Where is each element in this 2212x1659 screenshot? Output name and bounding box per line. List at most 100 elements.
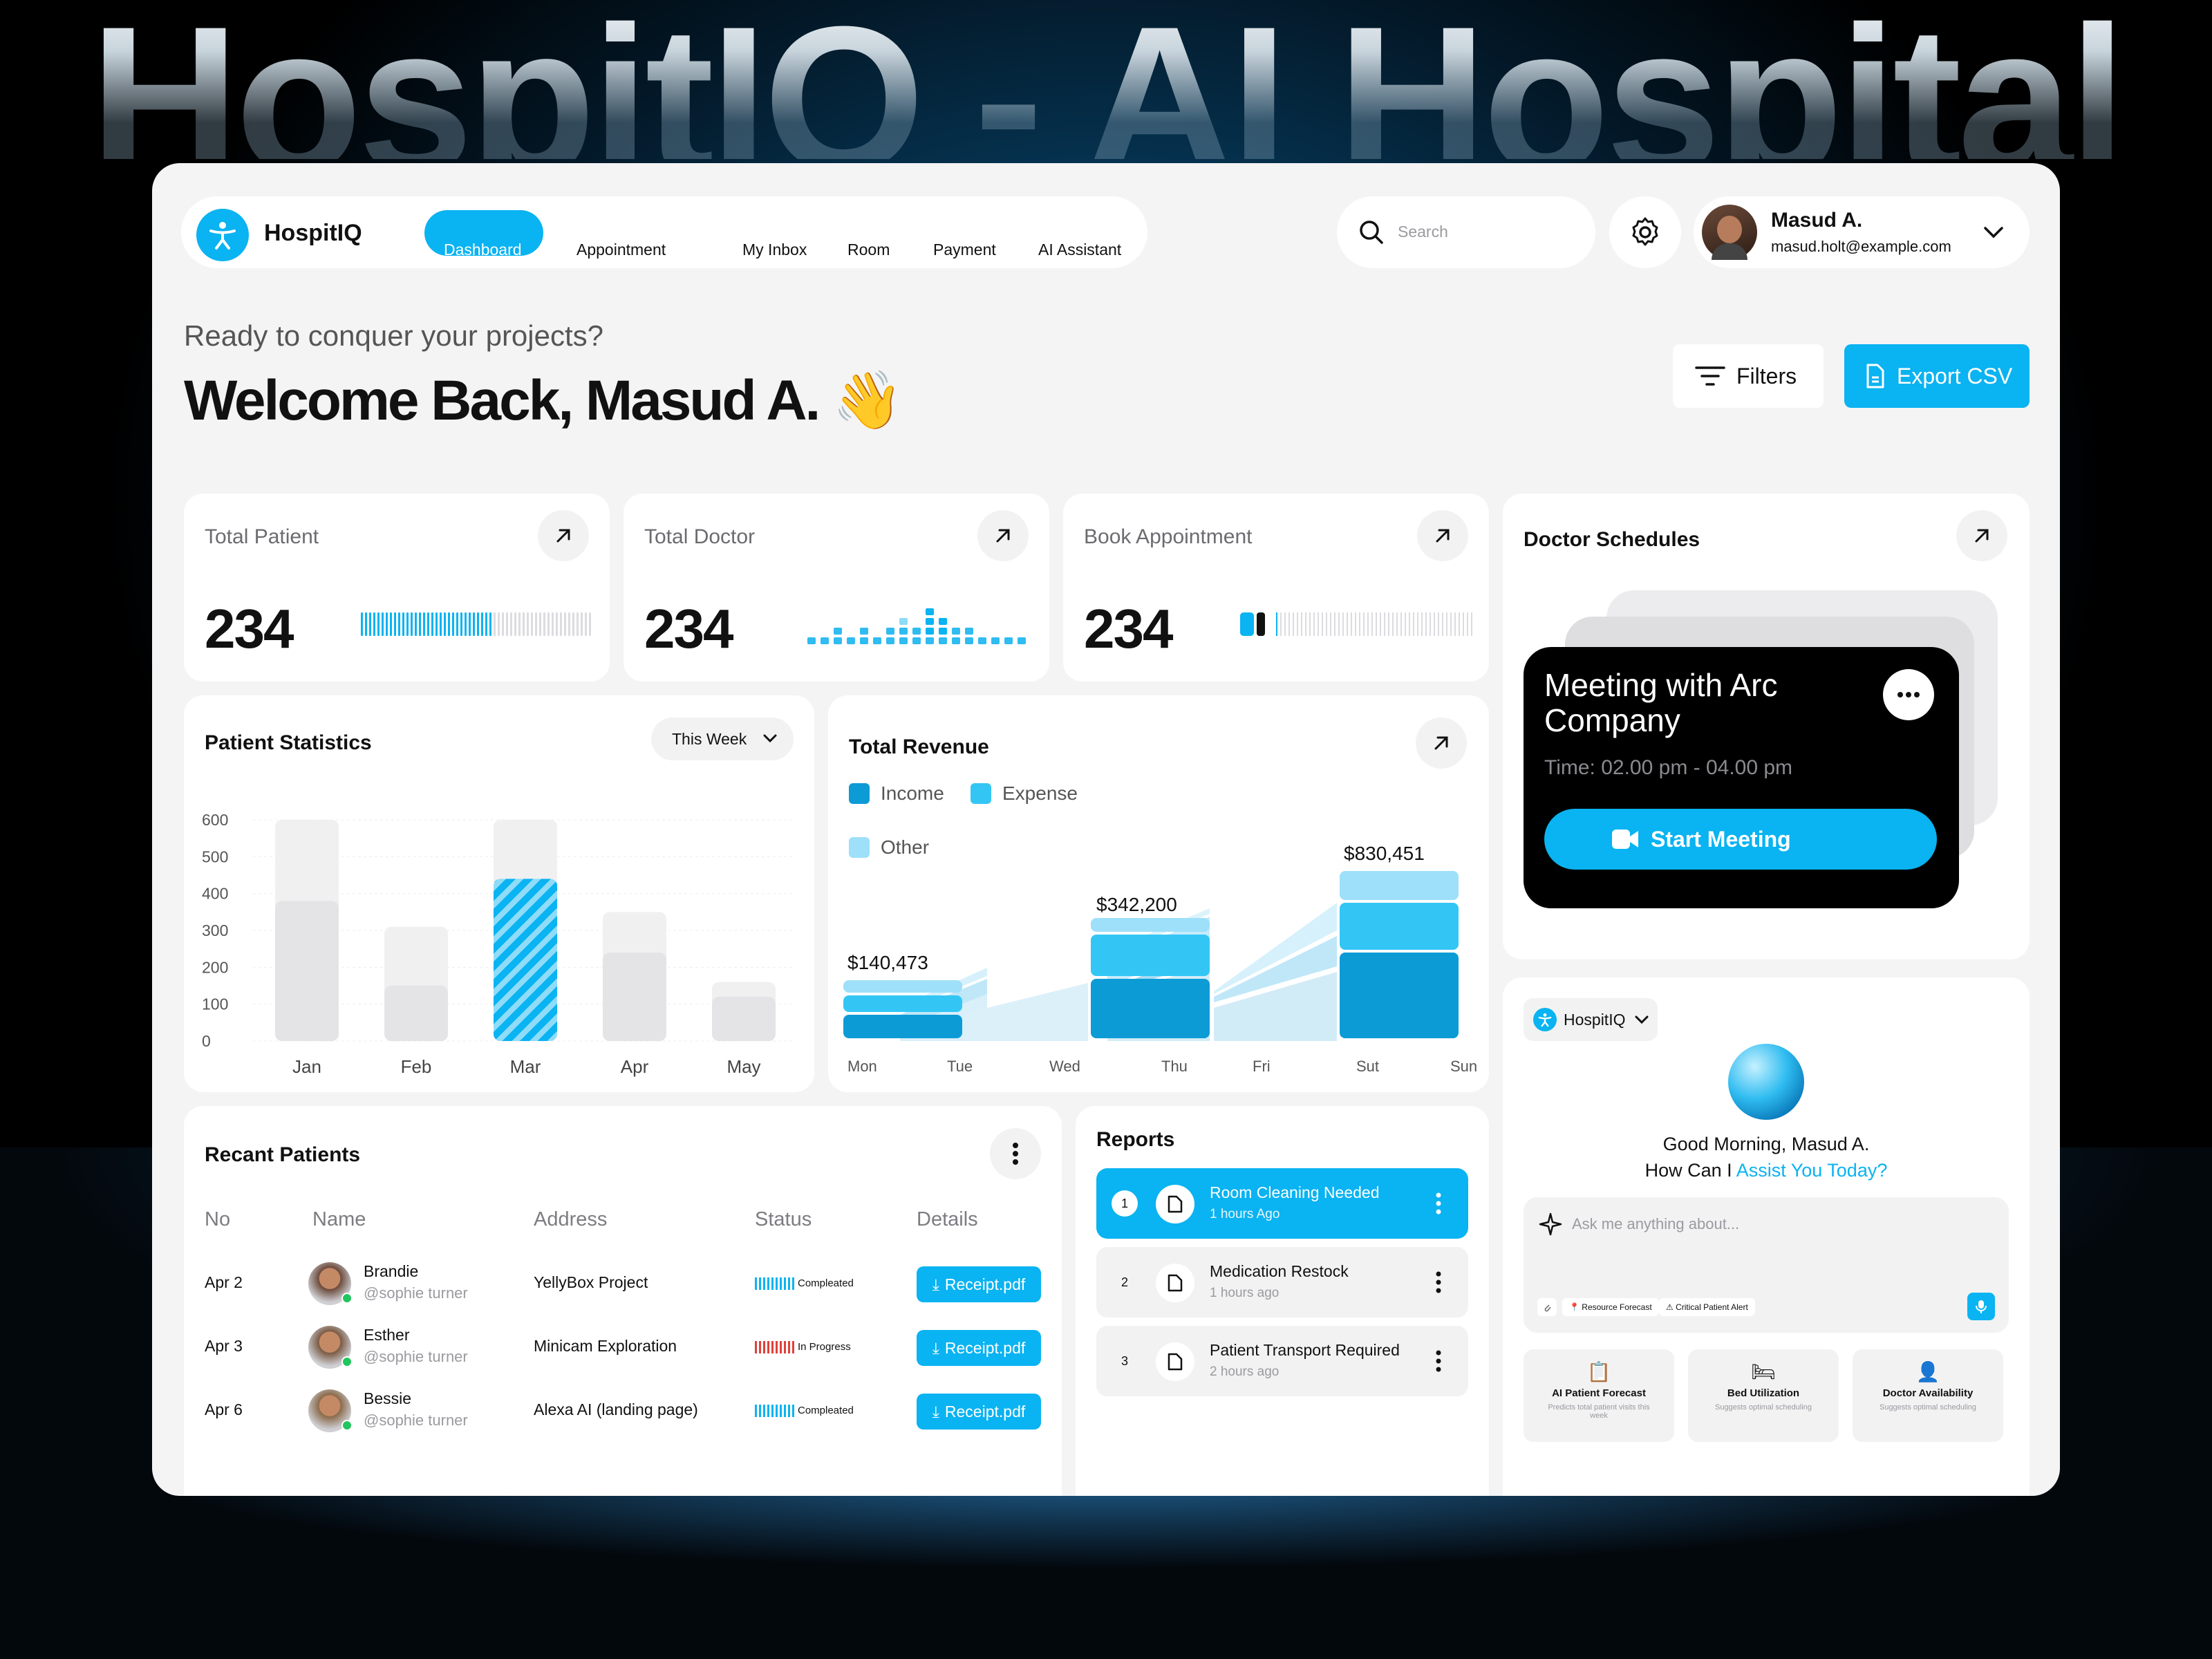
- progress-tick: [1297, 612, 1298, 636]
- bar-other: [1340, 871, 1459, 900]
- status-bars: [755, 1405, 794, 1417]
- ask-input-box[interactable]: Ask me anything about... 📍 Resource Fore…: [1524, 1197, 2009, 1333]
- settings-button[interactable]: [1609, 196, 1681, 268]
- dot-cell: [926, 608, 934, 615]
- receipt-label: Receipt.pdf: [944, 1338, 1026, 1357]
- more-vertical-icon: [1013, 1143, 1018, 1165]
- data-label: $342,200: [1096, 894, 1177, 915]
- legend-label: Income: [881, 782, 944, 804]
- receipt-download-button[interactable]: ⤓ Receipt.pdf: [917, 1394, 1041, 1430]
- chip-label: Critical Patient Alert: [1676, 1302, 1748, 1312]
- card-title: Recant Patients: [205, 1143, 361, 1166]
- arrow-up-right-icon: [996, 529, 1010, 543]
- spark-tick: [473, 612, 475, 636]
- ai-tool-card[interactable]: 📋 AI Patient Forecast Predicts total patie…: [1524, 1349, 1674, 1442]
- progress-tick: [1450, 612, 1452, 636]
- search-bar[interactable]: Search: [1337, 196, 1595, 268]
- more-vertical-icon[interactable]: [1435, 1349, 1442, 1376]
- progress-tick: [1417, 612, 1418, 636]
- spark-tick: [423, 612, 425, 636]
- greeting-subtitle: Ready to conquer your projects?: [184, 319, 604, 352]
- progress-tick: [1463, 612, 1464, 636]
- progress-tick: [1284, 612, 1286, 636]
- spark-tick: [585, 612, 587, 636]
- stat-value: 234: [644, 598, 733, 659]
- card-title: Total Revenue: [849, 735, 989, 758]
- export-csv-label: Export CSV: [1897, 364, 2013, 388]
- file-icon: [1866, 364, 1884, 388]
- ai-tool-card[interactable]: 👤 Doctor Availability Suggests optimal sch…: [1853, 1349, 2003, 1442]
- export-csv-button[interactable]: Export CSV: [1844, 344, 2030, 408]
- spark-tick: [481, 612, 483, 636]
- nav-dashboard[interactable]: Dashboard: [444, 241, 522, 259]
- open-button[interactable]: [977, 510, 1029, 561]
- logo-icon: [196, 209, 249, 261]
- spark-tick: [547, 612, 550, 636]
- receipt-download-button[interactable]: ⤓ Receipt.pdf: [917, 1330, 1041, 1366]
- nav-ai-assistant[interactable]: AI Assistant: [1038, 241, 1121, 259]
- table-row: Apr 2 Brandie @sophie turner YellyBox Proje…: [184, 1257, 1062, 1312]
- spark-tick: [543, 612, 545, 636]
- dot-cell: [939, 618, 947, 625]
- spark-tick: [560, 612, 562, 636]
- ask-input[interactable]: Ask me anything about...: [1572, 1215, 1739, 1233]
- progress-tick: [1459, 612, 1460, 636]
- open-button[interactable]: [1417, 510, 1468, 561]
- open-button[interactable]: [538, 510, 589, 561]
- table-row: Apr 3 Esther @sophie turner Minicam Explora…: [184, 1320, 1062, 1376]
- card-title: Reports: [1096, 1128, 1175, 1151]
- progress-tick: [1442, 612, 1443, 636]
- attach-button[interactable]: [1537, 1298, 1557, 1316]
- report-time: 1 hours ago: [1210, 1286, 1280, 1300]
- spark-tick: [398, 612, 400, 636]
- dot-cell: [899, 618, 908, 625]
- bar-other: [1091, 918, 1210, 932]
- x-tick-label: Mar: [510, 1056, 541, 1077]
- more-vertical-icon[interactable]: [1435, 1192, 1442, 1219]
- progress-tick: [1313, 612, 1315, 636]
- nav-payment[interactable]: Payment: [933, 241, 996, 259]
- assistant-brand-select[interactable]: HospitIQ: [1524, 998, 1658, 1041]
- document-icon: [1156, 1342, 1194, 1381]
- report-item[interactable]: 3 Patient Transport Required 2 hours ago: [1096, 1326, 1468, 1396]
- progress-tick: [1293, 612, 1294, 636]
- more-vertical-icon[interactable]: [1435, 1271, 1442, 1297]
- range-select[interactable]: This Week: [651, 718, 794, 760]
- patient-statistics-card: Patient Statistics This Week 0 100 200 300 4…: [184, 695, 814, 1092]
- more-button[interactable]: [990, 1128, 1041, 1179]
- open-button[interactable]: [1956, 510, 2007, 561]
- user-menu[interactable]: Masud A. masud.holt@example.com: [1694, 196, 2030, 268]
- more-button[interactable]: [1883, 669, 1934, 720]
- dot-cell: [991, 637, 1000, 644]
- ai-tool-card[interactable]: 🛏 Bed Utilization Suggests optimal schedul…: [1688, 1349, 1839, 1442]
- doctor-icon: 👤: [1915, 1361, 1940, 1382]
- voice-button[interactable]: [1967, 1293, 1995, 1320]
- nav-my-inbox[interactable]: My Inbox: [742, 241, 807, 259]
- progress-tick: [1421, 612, 1423, 636]
- video-icon: [1612, 830, 1638, 849]
- report-item[interactable]: 2 Medication Restock 1 hours ago: [1096, 1247, 1468, 1318]
- dot-cell: [899, 628, 908, 635]
- chip-resource-forecast[interactable]: 📍 Resource Forecast: [1562, 1298, 1659, 1316]
- status-label: In Progress: [798, 1341, 851, 1353]
- nav-room[interactable]: Room: [847, 241, 890, 259]
- patient-address: Minicam Exploration: [534, 1337, 677, 1355]
- chip-critical-patient-alert[interactable]: ⚠ Critical Patient Alert: [1659, 1298, 1755, 1316]
- progress-tick: [1371, 612, 1373, 636]
- start-meeting-button[interactable]: Start Meeting: [1544, 809, 1937, 870]
- spark-tick: [444, 612, 446, 636]
- filters-button[interactable]: Filters: [1673, 344, 1824, 408]
- y-tick-label: 0: [202, 1032, 211, 1050]
- search-input[interactable]: Search: [1398, 223, 1448, 241]
- nav-appointment[interactable]: Appointment: [577, 241, 666, 259]
- legend-expense: Expense: [971, 782, 1078, 805]
- dot-cell: [978, 637, 986, 644]
- progress-tick: [1338, 612, 1340, 636]
- progress-tick: [1409, 612, 1410, 636]
- report-item[interactable]: 1 Room Cleaning Needed 1 hours Ago: [1096, 1168, 1468, 1239]
- open-button[interactable]: [1416, 718, 1467, 769]
- receipt-download-button[interactable]: ⤓ Receipt.pdf: [917, 1266, 1041, 1302]
- meeting-time: Time: 02.00 pm - 04.00 pm: [1544, 756, 1793, 779]
- status-label: Compleated: [798, 1277, 854, 1289]
- table-row: Apr 6 Bessie @sophie turner Alexa AI (landi…: [184, 1384, 1062, 1439]
